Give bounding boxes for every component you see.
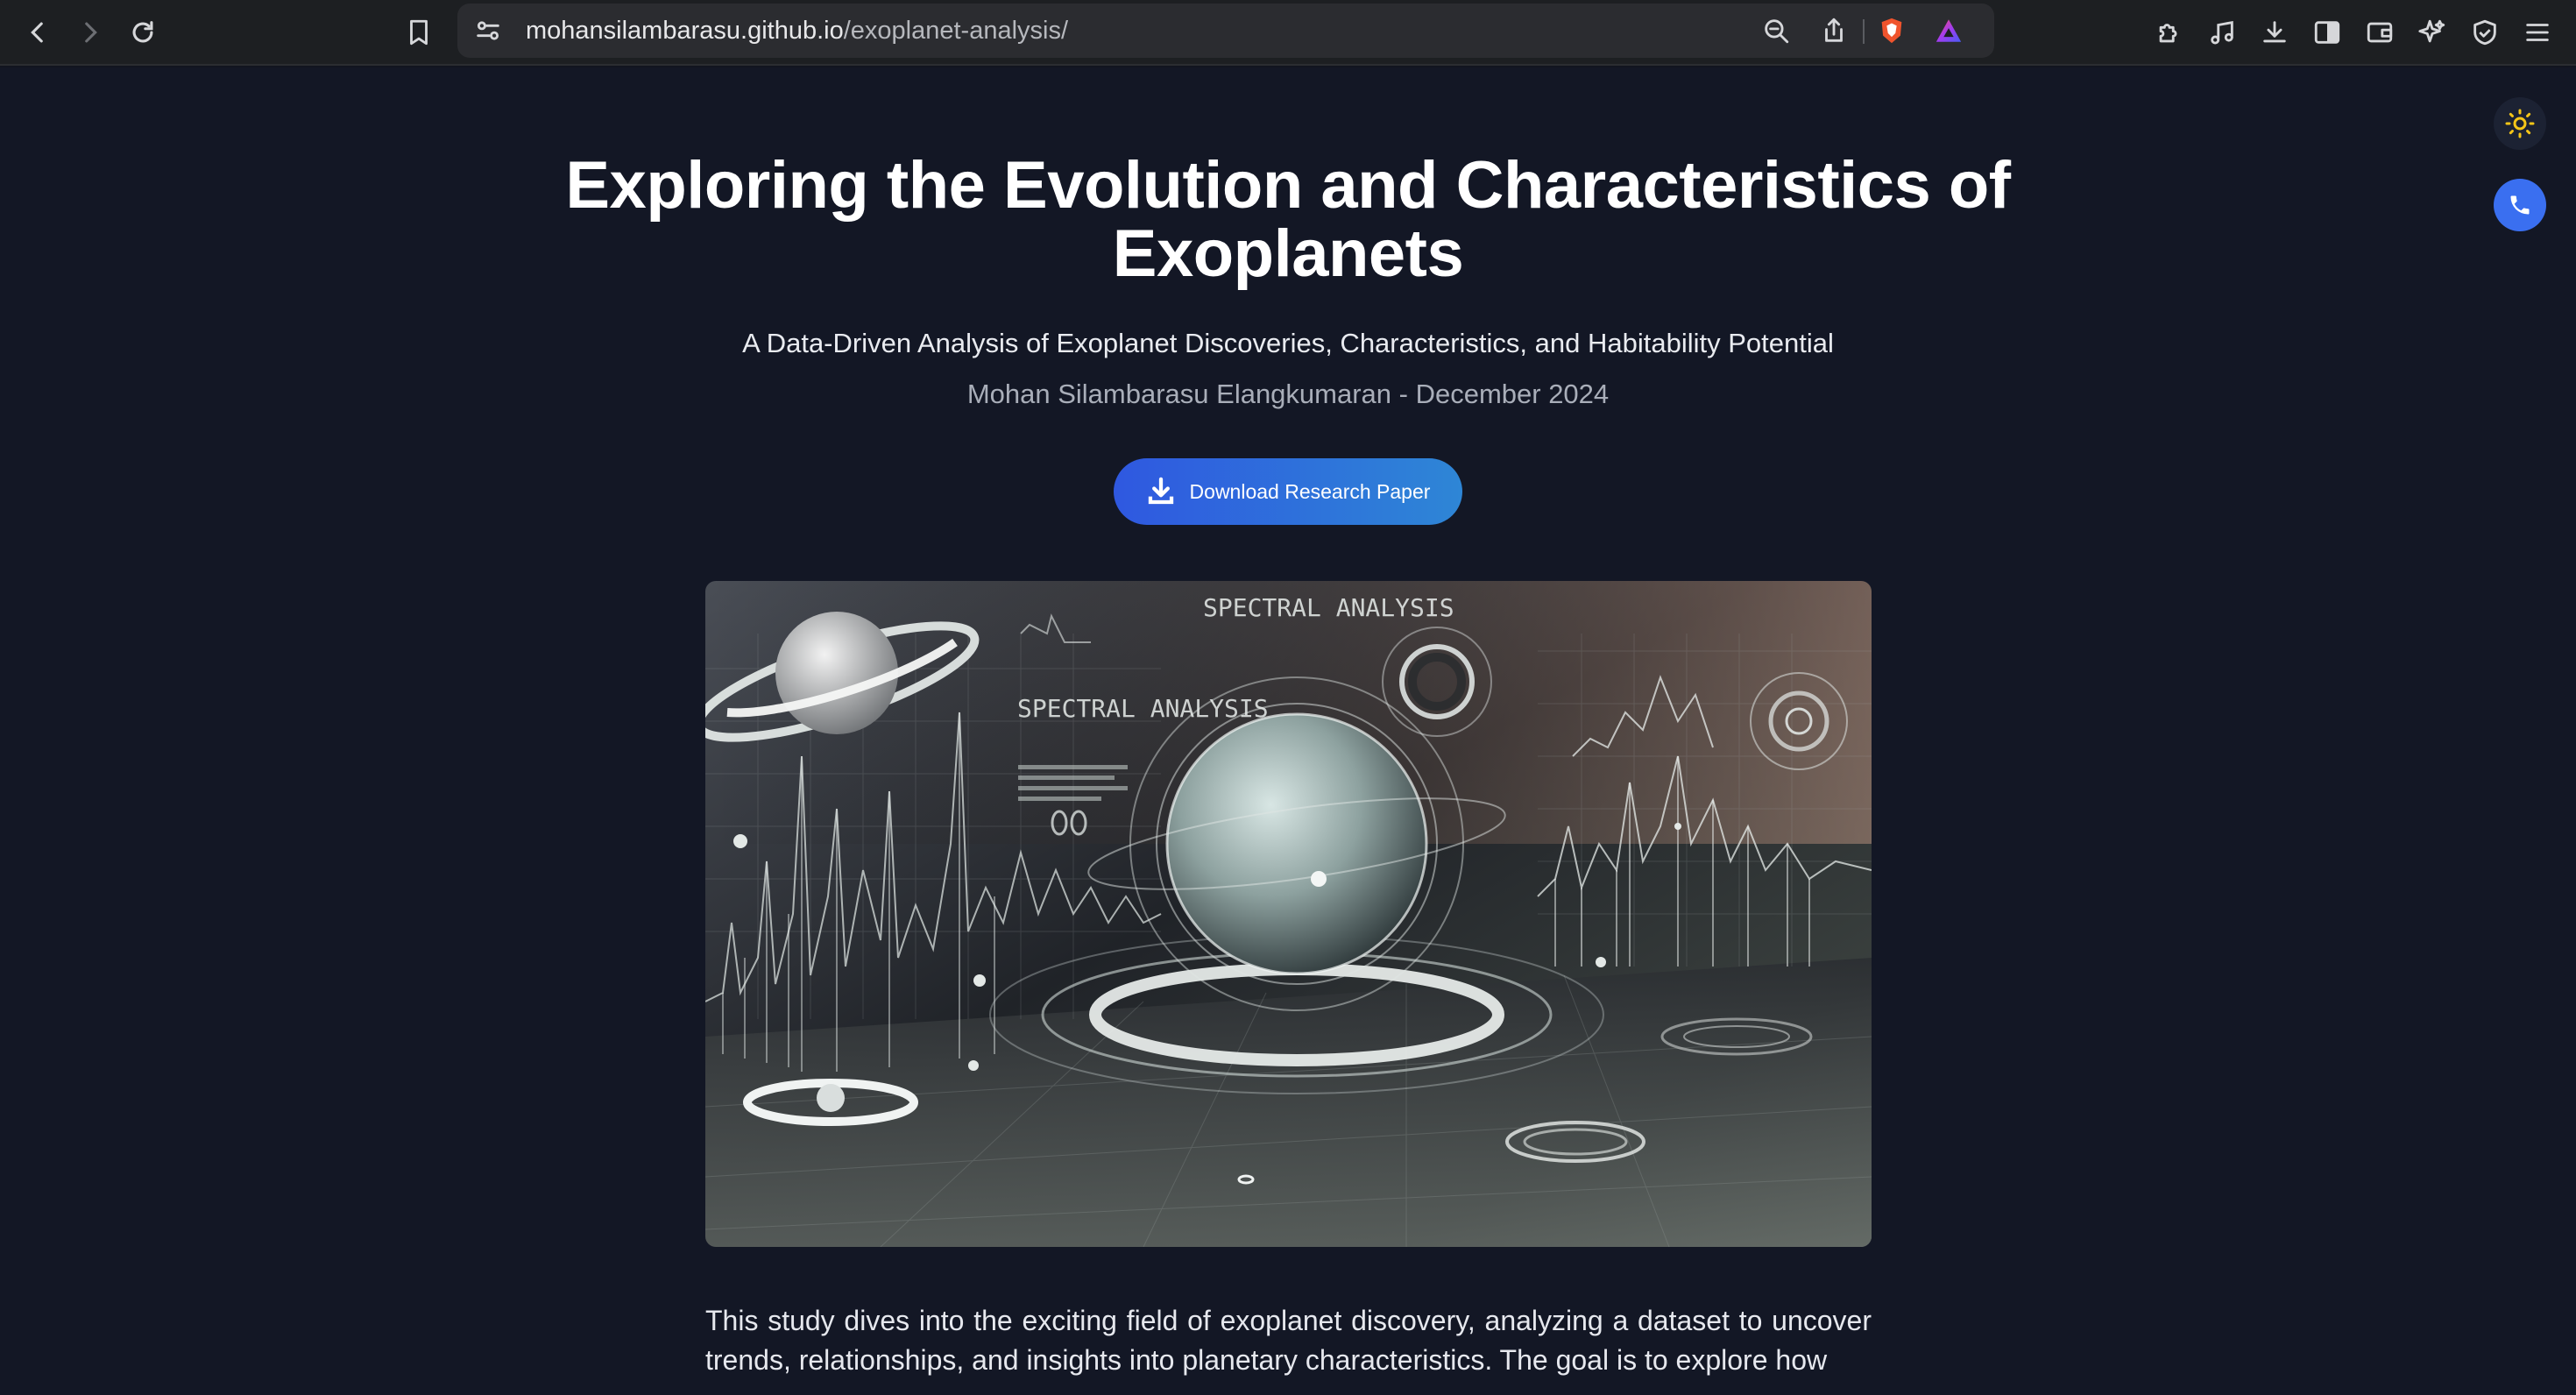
hero-illustration: SPECTRAL ANALYSIS SPECTRAL ANALYSIS	[705, 581, 1872, 1247]
page-title: Exploring the Evolution and Characterist…	[565, 148, 2011, 291]
page-content: Exploring the Evolution and Characterist…	[0, 67, 2576, 1395]
extensions-icon[interactable]	[2148, 11, 2191, 54]
url-host: mohansilambarasu.github.io	[526, 17, 844, 45]
sidebar-icon[interactable]	[2305, 11, 2349, 54]
hero-label-left: SPECTRAL ANALYSIS	[1017, 694, 1269, 723]
site-settings-icon[interactable]	[466, 9, 510, 53]
music-note-icon[interactable]	[2200, 11, 2244, 54]
forward-arrow-icon[interactable]	[68, 11, 112, 54]
author-date: Mohan Silambarasu Elangkumaran - Decembe…	[966, 379, 1610, 409]
theme-toggle-button[interactable]	[2494, 97, 2546, 150]
phone-icon	[2510, 195, 2530, 215]
back-arrow-icon[interactable]	[16, 11, 60, 54]
address-bar[interactable]: mohansilambarasu.github.io/exoplanet-ana…	[457, 4, 1994, 58]
reload-icon[interactable]	[121, 11, 165, 54]
share-icon[interactable]	[1812, 9, 1856, 53]
download-paper-label: Download Research Paper	[1189, 479, 1431, 503]
brave-shield-icon[interactable]	[1870, 9, 1914, 53]
intro-paragraph: This study dives into the exciting field…	[705, 1305, 1872, 1376]
exoplanet-illustration: SPECTRAL ANALYSIS SPECTRAL ANALYSIS	[705, 581, 1872, 1247]
browser-toolbar: mohansilambarasu.github.io/exoplanet-ana…	[0, 0, 2576, 66]
sun-icon	[2505, 109, 2535, 138]
zoom-icon[interactable]	[1754, 9, 1798, 53]
url-text[interactable]: mohansilambarasu.github.io/exoplanet-ana…	[526, 16, 1068, 46]
ai-sparkle-icon[interactable]	[2410, 11, 2454, 54]
download-icon	[1148, 477, 1173, 505]
wallet-icon[interactable]	[2358, 11, 2402, 54]
hamburger-menu-icon[interactable]	[2516, 11, 2559, 54]
bookmark-icon[interactable]	[397, 11, 441, 54]
brave-rewards-icon[interactable]	[1927, 9, 1971, 53]
contact-call-button[interactable]	[2494, 179, 2546, 231]
hero-label-top: SPECTRAL ANALYSIS	[1203, 593, 1454, 622]
urlbar-divider	[1863, 19, 1865, 44]
download-paper-button[interactable]: Download Research Paper	[1114, 458, 1462, 525]
url-path: /exoplanet-analysis/	[843, 17, 1069, 45]
download-icon[interactable]	[2253, 11, 2296, 54]
page-subtitle: A Data-Driven Analysis of Exoplanet Disc…	[742, 328, 1834, 358]
vpn-shield-icon[interactable]	[2463, 11, 2507, 54]
